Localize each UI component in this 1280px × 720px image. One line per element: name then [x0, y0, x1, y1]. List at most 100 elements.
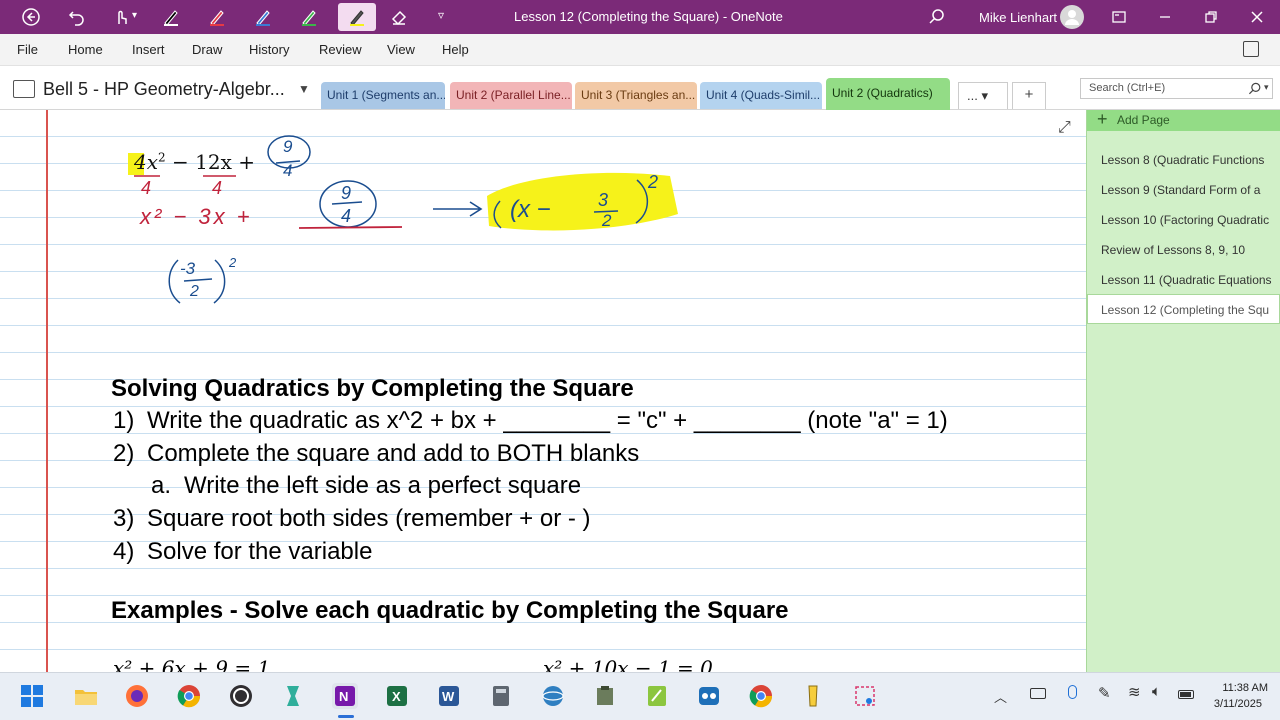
notebook-dropdown-icon[interactable]: ▼: [298, 82, 310, 96]
pen-menu-icon[interactable]: ✎: [1098, 684, 1111, 702]
step-2[interactable]: Complete the square and add to BOTH blan…: [147, 440, 639, 468]
undo-icon[interactable]: [62, 3, 92, 31]
firefox-icon[interactable]: [124, 683, 150, 709]
step-3[interactable]: Square root both sides (remember + or - …: [147, 505, 591, 533]
clock-date[interactable]: 3/11/2025: [1206, 698, 1262, 710]
add-section-button[interactable]: +: [1012, 82, 1046, 109]
calculator-icon[interactable]: [488, 683, 514, 709]
ribbon-toggle-icon[interactable]: [1243, 41, 1259, 57]
page-item-selected[interactable]: Lesson 12 (Completing the Squ: [1101, 303, 1273, 317]
tab-unit2-parallel[interactable]: Unit 2 (Parallel Line...: [450, 82, 572, 109]
avatar[interactable]: [1060, 5, 1084, 29]
step-2a[interactable]: Write the left side as a perfect square: [184, 472, 581, 500]
pen-black-icon[interactable]: [156, 3, 186, 31]
svg-text:W: W: [442, 689, 455, 704]
search-icon[interactable]: [1247, 81, 1263, 97]
menu-draw[interactable]: Draw: [192, 42, 222, 57]
app-globe-icon[interactable]: [540, 683, 566, 709]
page-item[interactable]: Lesson 9 (Standard Form of a: [1101, 183, 1273, 197]
notebook-name[interactable]: Bell 5 - HP Geometry-Algebr...: [43, 79, 285, 100]
svg-text:X: X: [392, 689, 401, 704]
pen-red-icon[interactable]: [202, 3, 232, 31]
divide-by-label-2: 4: [212, 178, 223, 198]
app-pencil-icon[interactable]: [800, 683, 826, 709]
chevron-down-icon[interactable]: ▾: [132, 10, 137, 21]
frac-mid-den: 4: [341, 206, 352, 226]
more-sections-button[interactable]: ... ▾: [958, 82, 1008, 109]
wifi-icon[interactable]: ≋: [1128, 683, 1141, 701]
chrome-icon[interactable]: [176, 683, 202, 709]
word-icon[interactable]: W: [436, 683, 462, 709]
ink-half-exp: 2: [229, 255, 237, 270]
fullscreen-icon[interactable]: [1104, 3, 1134, 31]
page-item[interactable]: Lesson 11 (Quadratic Equations: [1101, 273, 1273, 287]
notebook-icon[interactable]: [13, 80, 35, 98]
file-explorer-icon[interactable]: [73, 683, 99, 709]
example-right[interactable]: x² + 10x − 1 = 0: [543, 660, 713, 672]
step-3-num: 3): [113, 505, 135, 532]
chevron-up-icon[interactable]: ︿: [994, 687, 1007, 706]
app-pen-icon[interactable]: [644, 683, 670, 709]
search-scope-icon[interactable]: ▾: [1264, 82, 1269, 93]
active-app-indicator: [338, 715, 354, 718]
ink-result-den: 2: [602, 211, 612, 230]
menu-insert[interactable]: Insert: [132, 42, 165, 57]
ink-result-exp: 2: [648, 172, 659, 192]
app-green-icon[interactable]: [280, 683, 306, 709]
search-icon[interactable]: [922, 3, 952, 31]
onenote-icon[interactable]: N: [332, 683, 358, 709]
plus-icon: +: [1097, 109, 1108, 129]
example-left[interactable]: x² + 6x + 9 = 1: [113, 660, 270, 672]
page-item[interactable]: Lesson 10 (Factoring Quadratic: [1101, 213, 1273, 227]
close-icon[interactable]: [1242, 3, 1272, 31]
clock-time[interactable]: 11:38 AM: [1206, 682, 1268, 694]
step-4[interactable]: Solve for the variable: [147, 538, 372, 566]
windows-start-icon[interactable]: [19, 683, 45, 709]
snipping-tool-icon[interactable]: [852, 683, 878, 709]
minimize-icon[interactable]: [1150, 3, 1180, 31]
chrome-profile-icon[interactable]: [748, 683, 774, 709]
highlighter-yellow-icon[interactable]: [338, 3, 376, 31]
ink-result-num: 3: [598, 190, 609, 210]
search-box[interactable]: Search (Ctrl+E) ▾: [1080, 78, 1273, 99]
page-item[interactable]: Lesson 8 (Quadratic Functions: [1101, 153, 1273, 167]
user-name[interactable]: Mike Lienhart: [979, 10, 1057, 25]
menu-help[interactable]: Help: [442, 42, 469, 57]
menu-history[interactable]: History: [249, 42, 289, 57]
tab-unit2-quadratics[interactable]: Unit 2 (Quadratics): [826, 78, 950, 110]
back-icon[interactable]: [16, 3, 46, 31]
step-2-num: 2): [113, 440, 135, 467]
tab-unit4[interactable]: Unit 4 (Quads-Simil...: [700, 82, 822, 109]
menu-view[interactable]: View: [387, 42, 415, 57]
ink-half-num: -3: [180, 259, 196, 278]
menu-file[interactable]: File: [17, 42, 38, 57]
tab-unit1[interactable]: Unit 1 (Segments an...: [321, 82, 445, 109]
customize-toolbar-icon[interactable]: ▿: [438, 8, 444, 22]
page-list-pane: + Add Page Lesson 8 (Quadratic Functions…: [1086, 109, 1280, 672]
tab-unit3[interactable]: Unit 3 (Triangles an...: [575, 82, 697, 109]
window-title: Lesson 12 (Completing the Square) - OneN…: [514, 9, 783, 24]
svg-text:N: N: [339, 689, 348, 704]
pen-blue-icon[interactable]: [248, 3, 278, 31]
app-box-icon[interactable]: [592, 683, 618, 709]
obs-icon[interactable]: [228, 683, 254, 709]
microphone-icon[interactable]: [1068, 685, 1077, 699]
menu-home[interactable]: Home: [68, 42, 103, 57]
restore-icon[interactable]: [1196, 3, 1226, 31]
page-item[interactable]: Review of Lessons 8, 9, 10: [1101, 243, 1273, 257]
keyboard-icon[interactable]: [1030, 688, 1046, 699]
eraser-icon[interactable]: [384, 3, 414, 31]
expand-icon[interactable]: ⤢: [1058, 119, 1071, 137]
examples-heading[interactable]: Examples - Solve each quadratic by Compl…: [111, 597, 789, 625]
battery-icon[interactable]: [1178, 690, 1194, 699]
add-page-bar[interactable]: + Add Page: [1087, 109, 1280, 131]
step-1[interactable]: Write the quadratic as x^2 + bx + ______…: [147, 407, 948, 435]
excel-icon[interactable]: X: [384, 683, 410, 709]
menu-review[interactable]: Review: [319, 42, 362, 57]
ink-line-2: x² − 3x +: [140, 204, 253, 229]
section-heading[interactable]: Solving Quadratics by Completing the Squ…: [111, 375, 634, 403]
step-1-num: 1): [113, 407, 135, 434]
volume-icon[interactable]: 🔈︎: [1152, 683, 1161, 700]
pen-green-icon[interactable]: [294, 3, 324, 31]
app-face-icon[interactable]: [696, 683, 722, 709]
